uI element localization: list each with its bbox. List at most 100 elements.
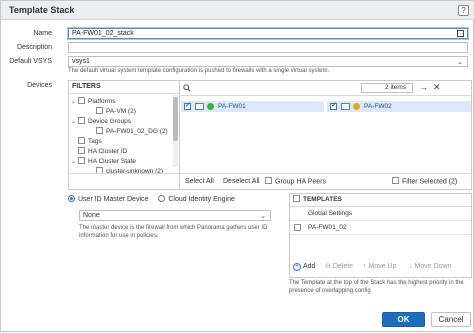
filter-selected-toggle[interactable]: Filter Selected (2) [392, 177, 458, 186]
filter-checkbox[interactable] [78, 96, 85, 104]
filters-header: FILTERS [69, 81, 179, 94]
cancel-button[interactable]: Cancel [431, 312, 471, 327]
filter-selected-label: Filter Selected (2) [402, 178, 458, 186]
dialog-titlebar: Template Stack ? [1, 1, 474, 20]
device-row-2[interactable]: PA-FW02 [327, 101, 471, 112]
delete-template-button[interactable]: ⊖ Delete [325, 259, 353, 275]
dialog-title: Template Stack [9, 5, 75, 15]
minus-circle-icon: ⊖ [325, 263, 333, 270]
filter-tree-item[interactable]: PA-VM (2) [89, 106, 136, 116]
device-name-2: PA-FW02 [364, 103, 392, 110]
filters-scrollbar[interactable] [173, 95, 178, 167]
filter-checkbox[interactable] [78, 116, 85, 124]
device-checkbox-2[interactable] [330, 101, 337, 110]
template-name: Global Settings [308, 210, 353, 217]
filter-selected-checkbox[interactable] [392, 177, 399, 184]
option-cloud-identity[interactable]: Cloud Identity Engine [158, 194, 235, 203]
ok-button[interactable]: OK [382, 312, 425, 327]
name-value: PA-FW01_02_stack [72, 30, 134, 37]
move-down-button[interactable]: ↓ Move Down [409, 259, 451, 275]
status-dot-icon [353, 103, 360, 110]
add-template-button[interactable]: + Add [293, 259, 315, 275]
templates-hint: The Template at the top of the Stack has… [289, 280, 464, 294]
cloud-identity-radio[interactable] [158, 194, 166, 202]
chevron-down-icon[interactable]: ⌄ [71, 158, 78, 167]
filter-checkbox[interactable] [78, 146, 85, 154]
master-device-options: User ID Master Device Cloud Identity Eng… [68, 193, 287, 207]
filter-label: Tags [88, 138, 102, 145]
filter-label: HA Cluster State [88, 158, 137, 165]
device-search-bar: 2 items → ✕ [181, 81, 471, 96]
device-checkbox-1[interactable] [184, 101, 191, 110]
filter-tree-item[interactable]: PA-FW01_02_DG (2) [89, 126, 168, 136]
chevron-down-icon[interactable]: ⌄ [71, 98, 78, 107]
status-dot-icon [207, 103, 214, 110]
filter-checkbox[interactable] [78, 136, 85, 144]
vsys-hint: The default virtual system template conf… [68, 68, 330, 74]
search-icon[interactable] [183, 84, 191, 92]
chevron-down-icon[interactable]: ⌄ [71, 118, 78, 127]
device-list-footer: Select All Deselect All Group HA Peers F… [69, 173, 473, 189]
filter-checkbox[interactable] [96, 106, 103, 114]
chevron-down-icon: ⌄ [457, 59, 463, 66]
clear-filter-close-icon[interactable]: ✕ [433, 82, 441, 93]
vsys-select[interactable]: vsys1 ⌄ [68, 56, 468, 67]
templates-toolbar: + Add ⊖ Delete ↑ Move Up ↓ Move Down [289, 259, 472, 275]
group-ha-peers-toggle[interactable]: Group HA Peers [265, 177, 326, 186]
master-device-value: None [83, 212, 100, 219]
move-up-label: Move Up [368, 263, 397, 270]
user-id-option-label: User ID Master Device [78, 196, 149, 203]
deselect-all-link[interactable]: Deselect All [223, 178, 260, 185]
dialog-buttons: OK Cancel [1, 308, 474, 333]
apply-filter-arrow-icon[interactable]: → [419, 82, 428, 92]
option-user-id-master[interactable]: User ID Master Device [68, 194, 149, 203]
template-stack-dialog: Template Stack ? Name PA-FW01_02_stack …… [0, 0, 474, 332]
cloud-identity-option-label: Cloud Identity Engine [168, 196, 235, 203]
plus-icon: + [293, 263, 301, 271]
filter-checkbox[interactable] [96, 126, 103, 134]
filter-checkbox[interactable] [78, 156, 85, 164]
template-row[interactable]: PA-FW01_02 [290, 221, 471, 235]
device-name-1: PA-FW01 [218, 103, 246, 110]
master-device-section: User ID Master Device Cloud Identity Eng… [68, 193, 287, 306]
scrollbar-thumb[interactable] [173, 97, 178, 141]
group-ha-peers-checkbox[interactable] [265, 177, 272, 184]
filter-tree-item[interactable]: ⌄ HA Cluster State [71, 156, 137, 167]
filter-tree-item[interactable]: Tags [71, 136, 102, 146]
filter-label: PA-VM (2) [106, 108, 136, 115]
filter-label: HA Cluster ID [88, 148, 128, 155]
devices-label: Devices [27, 82, 52, 89]
templates-header: TEMPLATES [290, 194, 471, 207]
template-checkbox[interactable] [294, 224, 301, 231]
items-count: 2 items [361, 83, 413, 93]
help-icon[interactable]: ? [458, 5, 469, 16]
master-device-select[interactable]: None ⌄ [79, 210, 271, 221]
firewall-icon [341, 103, 350, 110]
device-row-1[interactable]: PA-FW01 [181, 101, 324, 112]
description-label: Description [16, 44, 52, 51]
select-all-link[interactable]: Select All [185, 178, 214, 185]
master-device-hint: The master device is the firewall from w… [79, 225, 268, 239]
templates-header-label: TEMPLATES [303, 196, 342, 203]
move-up-button[interactable]: ↑ Move Up [363, 259, 396, 275]
filter-tree-item[interactable]: HA Cluster ID [71, 146, 128, 156]
firewall-icon [195, 103, 204, 110]
filter-tree-item[interactable]: ⌄ Device Groups [71, 116, 131, 127]
filter-tree-item[interactable]: ⌄ Platforms [71, 96, 116, 107]
vsys-label: Default VSYS [9, 58, 52, 65]
text-options-icon[interactable]: … [457, 30, 464, 37]
group-ha-peers-label: Group HA Peers [275, 178, 326, 186]
filter-label: Platforms [88, 98, 116, 105]
filter-label: Device Groups [88, 118, 131, 125]
move-down-label: Move Down [414, 263, 452, 270]
template-name: PA-FW01_02 [308, 224, 347, 231]
template-row[interactable]: Global Settings [290, 207, 471, 221]
user-id-radio[interactable] [68, 194, 75, 202]
devices-panel: FILTERS ⌄ Platforms PA-VM (2) ⌄ Device Group… [68, 80, 473, 190]
description-field[interactable] [68, 42, 468, 53]
templates-select-all-checkbox[interactable] [293, 194, 300, 202]
name-field[interactable]: PA-FW01_02_stack … [68, 28, 468, 39]
chevron-down-icon: ⌄ [260, 213, 266, 220]
name-label: Name [33, 30, 52, 37]
delete-label: Delete [332, 263, 354, 270]
